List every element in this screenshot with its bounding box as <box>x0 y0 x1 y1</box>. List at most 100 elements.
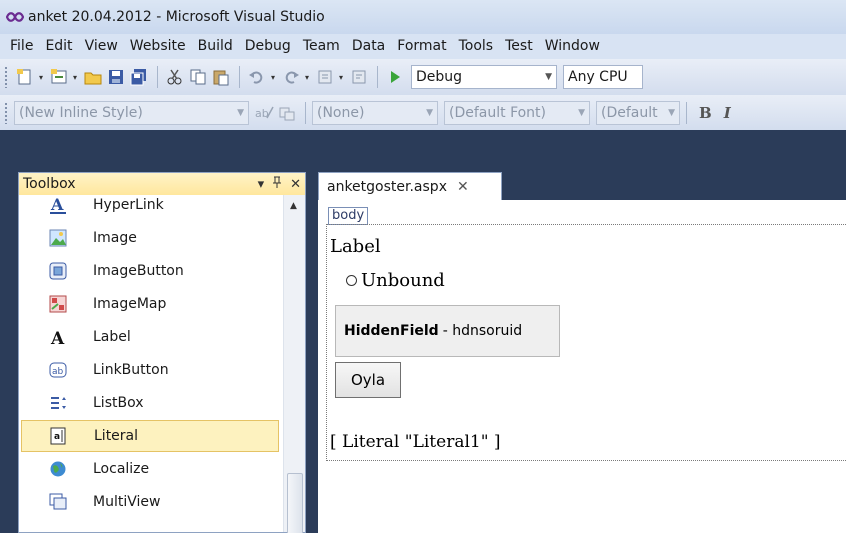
font-name-select[interactable]: (Default Font) ▼ <box>444 100 590 125</box>
menu-file[interactable]: File <box>4 34 39 59</box>
font-size-select[interactable]: (Default ▼ <box>596 100 680 125</box>
solution-platform-value: Any CPU <box>568 69 628 85</box>
menu-website[interactable]: Website <box>124 34 192 59</box>
linkbutton-icon: ab <box>47 359 69 381</box>
toolbox-scroll-thumb[interactable] <box>287 473 303 533</box>
undo-dropdown-icon[interactable]: ▾ <box>269 66 277 88</box>
toolbar-grip[interactable] <box>4 101 8 124</box>
toolbox-item-literal[interactable]: a Literal <box>21 420 279 452</box>
open-folder-icon[interactable] <box>82 66 104 88</box>
listbox-icon <box>47 392 69 414</box>
save-all-icon[interactable] <box>128 66 150 88</box>
navigate-backward-icon[interactable] <box>314 66 336 88</box>
toolbox-item-label: MultiView <box>93 494 161 510</box>
toolbar-separator <box>377 66 378 88</box>
auto-hide-pin-icon[interactable] <box>268 176 286 192</box>
svg-text:A: A <box>50 329 65 346</box>
navigate-backward-dropdown-icon[interactable]: ▾ <box>337 66 345 88</box>
cut-icon[interactable] <box>164 66 186 88</box>
toolbox-item-label: LinkButton <box>93 362 169 378</box>
toolbox-item-label: Literal <box>94 428 139 444</box>
toolbox-item-label: Localize <box>93 461 150 477</box>
toolbox-item-multiview[interactable]: MultiView <box>21 486 279 518</box>
literal-control[interactable]: [ Literal "Literal1" ] <box>330 432 501 452</box>
add-item-dropdown-icon[interactable]: ▾ <box>71 66 79 88</box>
block-format-select[interactable]: (None) ▼ <box>312 100 438 125</box>
title-bar: anket 20.04.2012 - Microsoft Visual Stud… <box>0 0 846 34</box>
label-icon: A <box>47 326 69 348</box>
menu-view[interactable]: View <box>79 34 124 59</box>
menu-edit[interactable]: Edit <box>39 34 78 59</box>
redo-dropdown-icon[interactable]: ▾ <box>303 66 311 88</box>
solution-configuration-select[interactable]: Debug ▼ <box>411 65 557 89</box>
svg-text:ab: ab <box>52 367 64 377</box>
save-icon[interactable] <box>105 66 127 88</box>
target-rule-value: (New Inline Style) <box>19 104 143 121</box>
navigate-forward-icon[interactable] <box>348 66 370 88</box>
bold-button[interactable]: B <box>693 104 718 122</box>
toolbox-item-label: Label <box>93 329 131 345</box>
multiview-icon <box>47 491 69 513</box>
toolbox-item-label: Image <box>93 230 137 246</box>
svg-text:a: a <box>54 432 60 442</box>
menu-format[interactable]: Format <box>391 34 452 59</box>
radio-button-control[interactable]: Unbound <box>346 270 445 291</box>
label-control[interactable]: Label <box>330 236 381 257</box>
hyperlink-icon: A <box>47 195 69 216</box>
redo-icon[interactable] <box>280 66 302 88</box>
imagebutton-icon <box>47 260 69 282</box>
svg-text:ab: ab <box>255 107 269 120</box>
toolbox-item-imagebutton[interactable]: ImageButton <box>21 255 279 287</box>
imagemap-icon <box>47 293 69 315</box>
design-surface[interactable]: body Label Unbound HiddenField - hdnsoru… <box>318 200 846 533</box>
scroll-up-arrow-icon[interactable]: ▲ <box>290 201 297 211</box>
radio-circle-icon[interactable] <box>346 275 357 286</box>
toolbox-item-imagemap[interactable]: ImageMap <box>21 288 279 320</box>
close-icon[interactable]: ✕ <box>457 179 469 195</box>
toolbox-item-image[interactable]: Image <box>21 222 279 254</box>
toolbar-separator <box>157 66 158 88</box>
solution-platform-select[interactable]: Any CPU <box>563 65 643 89</box>
body-tag-badge[interactable]: body <box>328 207 369 225</box>
start-debugging-icon[interactable] <box>384 66 406 88</box>
toolbox-item-linkbutton[interactable]: ab LinkButton <box>21 354 279 386</box>
toolbox-item-listbox[interactable]: ListBox <box>21 387 279 419</box>
italic-button[interactable]: I <box>718 104 737 122</box>
menu-debug[interactable]: Debug <box>239 34 297 59</box>
menu-build[interactable]: Build <box>192 34 239 59</box>
toolbox-item-label: ImageMap <box>93 296 167 312</box>
hidden-field-control[interactable]: HiddenField - hdnsoruid <box>335 305 560 357</box>
radio-label: Unbound <box>361 270 445 291</box>
add-item-icon[interactable] <box>48 66 70 88</box>
menu-test[interactable]: Test <box>499 34 539 59</box>
toolbox-scrollbar[interactable]: ▲ <box>283 195 305 533</box>
toolbox-item-localize[interactable]: Localize <box>21 453 279 485</box>
standard-toolbar: ▾ ▾ ▾ ▾ ▾ Debug ▼ Any CPU <box>0 59 846 95</box>
toolbox-item-label: ListBox <box>93 395 144 411</box>
toolbox-item-hyperlink[interactable]: A HyperLink <box>21 195 279 221</box>
new-project-icon[interactable] <box>14 66 36 88</box>
new-project-dropdown-icon[interactable]: ▾ <box>37 66 45 88</box>
close-icon[interactable]: ✕ <box>286 177 305 192</box>
paste-icon[interactable] <box>210 66 232 88</box>
menu-data[interactable]: Data <box>346 34 391 59</box>
copy-icon[interactable] <box>187 66 209 88</box>
style-builder-icon[interactable] <box>276 102 298 124</box>
menu-team[interactable]: Team <box>297 34 346 59</box>
tab-label: anketgoster.aspx <box>327 178 447 195</box>
chevron-down-icon: ▼ <box>237 107 244 118</box>
toolbox-item-label-control[interactable]: A Label <box>21 321 279 353</box>
apply-style-icon[interactable]: ab <box>253 102 275 124</box>
menu-window[interactable]: Window <box>539 34 606 59</box>
tab-anketgoster-aspx[interactable]: anketgoster.aspx ✕ <box>318 172 502 200</box>
toolbar-grip[interactable] <box>4 66 8 88</box>
window-position-dropdown-icon[interactable]: ▾ <box>254 177 269 192</box>
target-rule-select[interactable]: (New Inline Style) ▼ <box>14 100 249 125</box>
undo-icon[interactable] <box>246 66 268 88</box>
toolbar-separator <box>239 66 240 88</box>
document-tab-strip: anketgoster.aspx ✕ <box>318 172 846 200</box>
oyla-button[interactable]: Oyla <box>335 362 401 398</box>
menu-tools[interactable]: Tools <box>453 34 500 59</box>
chevron-down-icon: ▼ <box>668 107 675 118</box>
font-size-value: (Default <box>601 104 658 121</box>
